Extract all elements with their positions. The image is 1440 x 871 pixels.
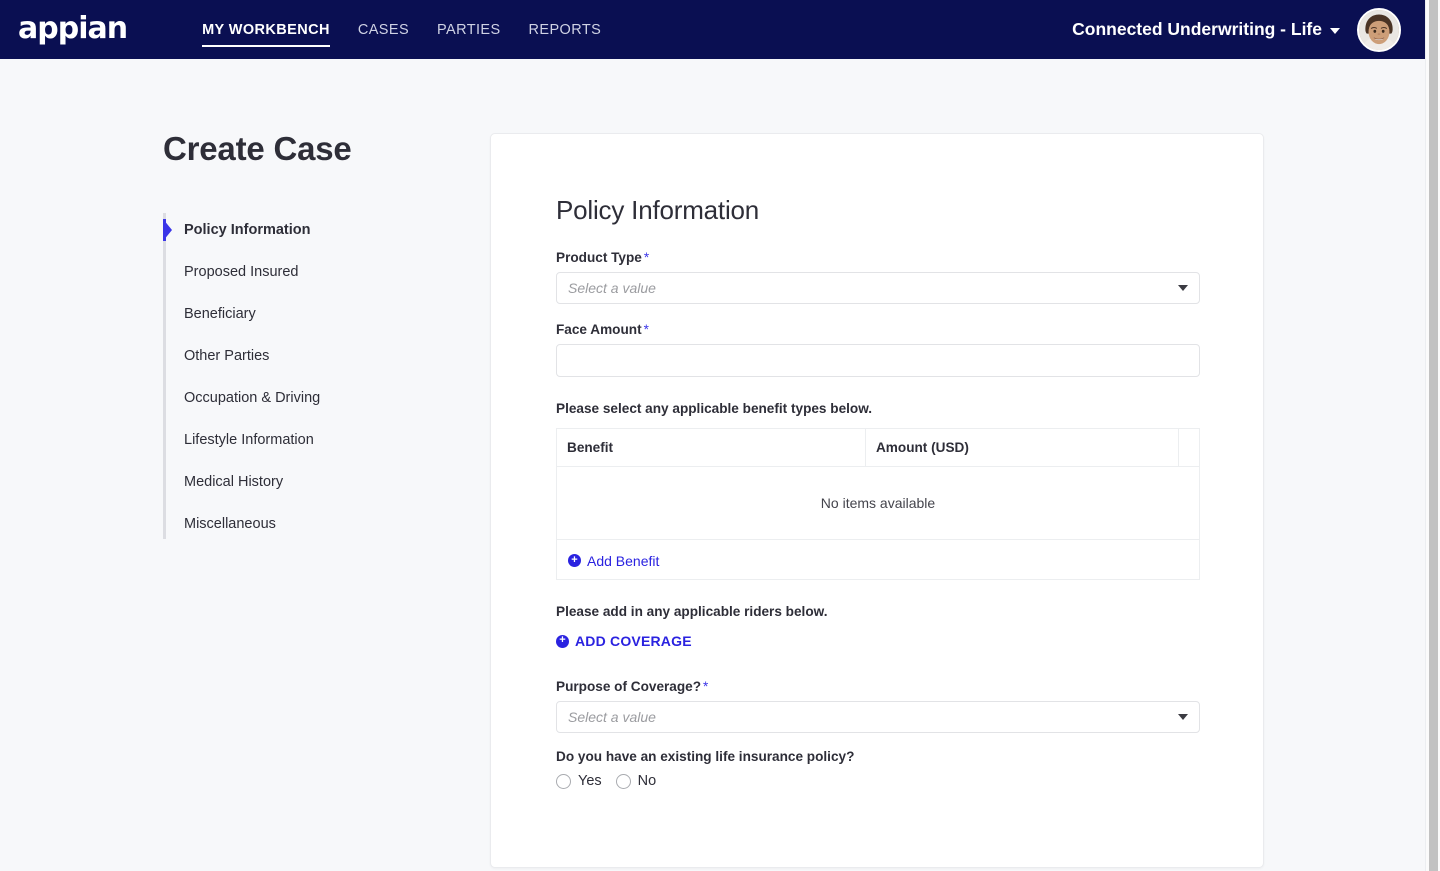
product-type-label: Product Type * — [556, 250, 1198, 265]
existing-policy-radio-group: Yes No — [556, 773, 1198, 789]
radio-option-no[interactable]: No — [615, 773, 657, 789]
radio-option-yes[interactable]: Yes — [556, 773, 602, 789]
step-item-label: Beneficiary — [184, 306, 256, 322]
form-card: Policy Information Product Type * Select … — [490, 133, 1264, 868]
benefit-table-body: No items available + Add Benefit — [556, 466, 1200, 580]
chevron-down-icon — [1178, 714, 1188, 720]
purpose-of-coverage-label-text: Purpose of Coverage? — [556, 679, 702, 694]
top-navigation-bar: appian MY WORKBENCH CASES PARTIES REPORT… — [0, 0, 1425, 59]
avatar-image — [1359, 9, 1399, 50]
purpose-of-coverage-select[interactable]: Select a value — [556, 701, 1200, 733]
add-coverage-button[interactable]: + ADD COVERAGE — [556, 633, 692, 649]
step-item-lifestyle-information[interactable]: Lifestyle Information — [184, 419, 463, 461]
topbar-right-group: Connected Underwriting - Life — [1072, 7, 1401, 52]
radio-circle-icon — [615, 773, 631, 789]
step-item-label: Other Parties — [184, 348, 270, 364]
column-header-amount[interactable]: Amount (USD) — [865, 428, 1179, 467]
chevron-down-icon — [1330, 27, 1340, 34]
add-benefit-button[interactable]: + Add Benefit — [568, 553, 659, 569]
step-item-miscellaneous[interactable]: Miscellaneous — [184, 503, 463, 545]
product-type-placeholder: Select a value — [568, 280, 656, 296]
step-item-policy-information[interactable]: Policy Information — [163, 209, 463, 251]
chevron-down-icon — [1178, 285, 1188, 291]
existing-policy-label: Do you have an existing life insurance p… — [556, 749, 855, 764]
empty-state-text: No items available — [556, 466, 1200, 540]
table-header-row: Benefit Amount (USD) — [556, 428, 1200, 467]
purpose-of-coverage-placeholder: Select a value — [568, 709, 656, 725]
left-column: Create Case Policy Information Proposed … — [163, 130, 463, 545]
step-item-label: Miscellaneous — [184, 516, 276, 532]
step-item-label: Occupation & Driving — [184, 390, 321, 406]
face-amount-input[interactable] — [556, 344, 1200, 377]
add-coverage-label: ADD COVERAGE — [575, 633, 692, 649]
table-add-row: + Add Benefit — [557, 540, 1200, 580]
step-item-label: Medical History — [184, 474, 284, 490]
nav-item-reports[interactable]: REPORTS — [515, 10, 616, 50]
step-navigation: Policy Information Proposed Insured Bene… — [163, 209, 463, 545]
step-item-label: Proposed Insured — [184, 264, 299, 280]
plus-circle-icon: + — [556, 634, 569, 648]
nav-item-my-workbench[interactable]: MY WORKBENCH — [188, 10, 344, 50]
step-item-beneficiary[interactable]: Beneficiary — [184, 293, 463, 335]
nav-item-label: REPORTS — [528, 21, 602, 38]
radio-option-label: Yes — [578, 773, 602, 789]
step-item-label: Policy Information — [184, 222, 311, 238]
required-asterisk: * — [703, 679, 709, 694]
nav-item-label: PARTIES — [437, 21, 501, 38]
required-asterisk: * — [643, 250, 650, 265]
site-switcher[interactable]: Connected Underwriting - Life — [1072, 19, 1340, 40]
step-item-medical-history[interactable]: Medical History — [184, 461, 463, 503]
riders-helper-text: Please add in any applicable riders belo… — [556, 603, 828, 619]
product-type-label-text: Product Type — [556, 250, 642, 265]
page-title: Create Case — [163, 130, 352, 167]
face-amount-label-text: Face Amount — [556, 322, 642, 337]
plus-circle-icon: + — [568, 554, 581, 567]
section-title: Policy Information — [556, 195, 760, 225]
column-header-actions — [1178, 428, 1200, 467]
product-type-select[interactable]: Select a value — [556, 272, 1200, 304]
add-benefit-label: Add Benefit — [587, 552, 660, 569]
radio-option-label: No — [637, 773, 657, 789]
required-asterisk: * — [643, 322, 649, 337]
table-empty-row: No items available — [556, 466, 1200, 540]
page-body: Create Case Policy Information Proposed … — [0, 59, 1425, 871]
radio-circle-icon — [556, 773, 571, 789]
nav-item-parties[interactable]: PARTIES — [423, 10, 515, 50]
step-item-occupation-and-driving[interactable]: Occupation & Driving — [184, 377, 463, 419]
scrollbar-thumb[interactable] — [1429, 0, 1438, 871]
benefit-table: Benefit Amount (USD) No items available … — [556, 428, 1200, 580]
page-scrollbar[interactable] — [1425, 0, 1440, 871]
step-item-label: Lifestyle Information — [184, 432, 314, 448]
form-card-content: Policy Information Product Type * Select … — [491, 134, 1263, 789]
site-title-label: Connected Underwriting - Life — [1072, 19, 1322, 39]
step-item-other-parties[interactable]: Other Parties — [184, 335, 463, 377]
benefit-table-head: Benefit Amount (USD) — [556, 428, 1200, 467]
column-header-benefit[interactable]: Benefit — [556, 428, 866, 467]
nav-item-cases[interactable]: CASES — [344, 10, 423, 50]
appian-logo[interactable]: appian — [18, 13, 128, 44]
face-amount-label: Face Amount * — [556, 322, 1198, 337]
nav-item-label: MY WORKBENCH — [202, 21, 330, 38]
benefits-helper-text: Please select any applicable benefit typ… — [556, 401, 873, 416]
purpose-of-coverage-label: Purpose of Coverage? * — [556, 679, 1198, 694]
add-benefit-cell: + Add Benefit — [557, 540, 1200, 580]
primary-nav: MY WORKBENCH CASES PARTIES REPORTS — [188, 10, 615, 50]
nav-item-label: CASES — [357, 21, 410, 38]
step-item-proposed-insured[interactable]: Proposed Insured — [184, 251, 463, 293]
avatar[interactable] — [1357, 7, 1401, 52]
